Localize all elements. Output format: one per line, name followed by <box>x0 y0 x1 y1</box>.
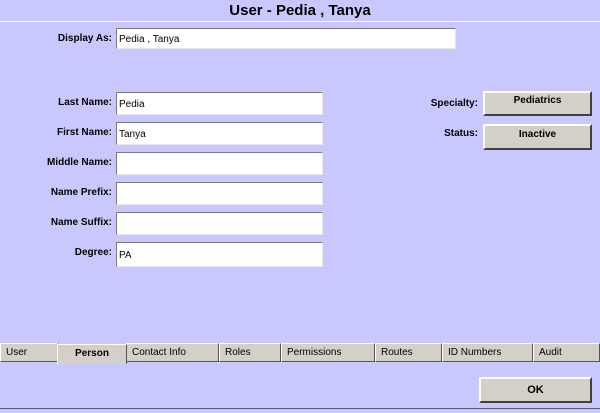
first-name-label: First Name: <box>56 127 112 138</box>
degree-label: Degree: <box>74 247 112 258</box>
ok-button[interactable]: OK <box>479 377 592 403</box>
specialty-label: Specialty: <box>430 98 478 109</box>
display-as-label: Display As: <box>57 33 112 44</box>
name-prefix-label: Name Prefix: <box>50 187 112 198</box>
display-as-field[interactable] <box>116 28 456 49</box>
tab-routes[interactable]: Routes <box>375 343 442 362</box>
first-name-field[interactable] <box>116 122 323 145</box>
tab-person[interactable]: Person <box>57 344 127 364</box>
bottom-divider <box>0 408 600 413</box>
tab-user[interactable]: User <box>0 343 58 362</box>
tab-bar: User Contact Info Roles Permissions Rout… <box>0 343 600 364</box>
window-title: User - Pedia , Tanya <box>0 0 600 22</box>
status-label: Status: <box>444 128 478 139</box>
tab-roles[interactable]: Roles <box>219 343 281 362</box>
name-suffix-field[interactable] <box>116 212 323 235</box>
last-name-field[interactable] <box>116 92 323 115</box>
tab-id-numbers[interactable]: ID Numbers <box>442 343 533 362</box>
specialty-button[interactable]: Pediatrics <box>483 91 592 116</box>
tab-audit[interactable]: Audit <box>533 343 600 362</box>
last-name-label: Last Name: <box>58 97 112 108</box>
name-prefix-field[interactable] <box>116 182 323 205</box>
tab-permissions[interactable]: Permissions <box>281 343 375 362</box>
middle-name-field[interactable] <box>116 152 323 175</box>
degree-field[interactable] <box>116 242 323 267</box>
status-button[interactable]: Inactive <box>483 124 592 150</box>
middle-name-label: Middle Name: <box>46 157 112 168</box>
name-suffix-label: Name Suffix: <box>50 217 112 228</box>
tab-contact-info[interactable]: Contact Info <box>126 343 219 362</box>
